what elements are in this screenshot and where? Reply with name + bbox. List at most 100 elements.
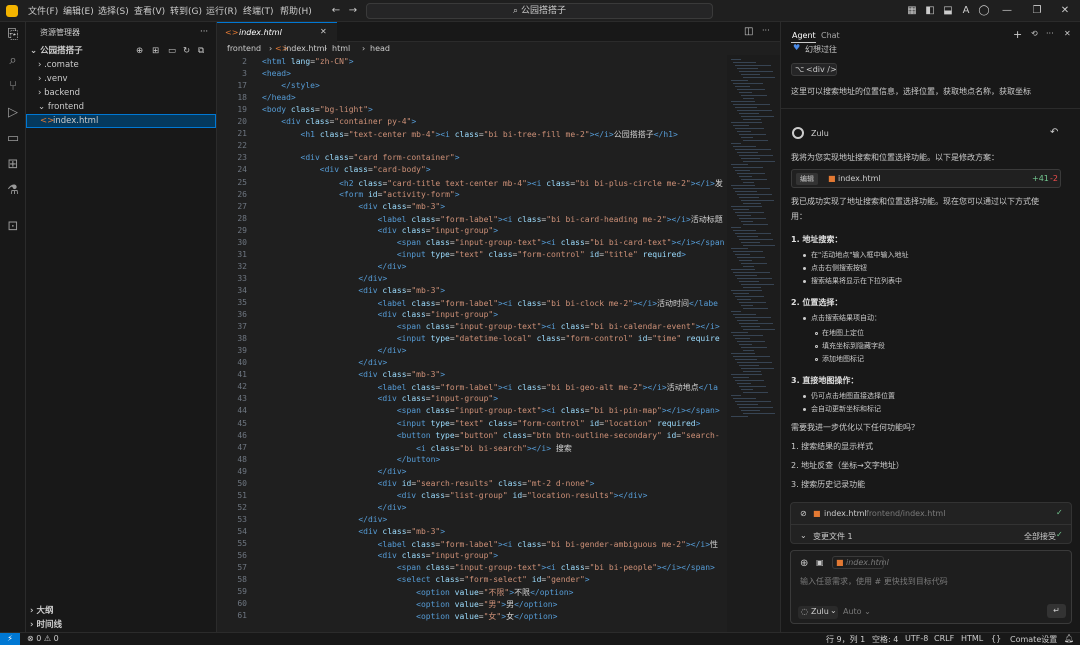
toggle-panel-icon[interactable]: ⬓ (941, 4, 955, 18)
new-folder-icon[interactable]: ⊞ (152, 44, 159, 58)
indentation[interactable]: 空格: 4 (872, 634, 898, 645)
close-icon[interactable]: ✕ (1058, 4, 1072, 18)
code-line[interactable]: <label class="form-label"><i class="bi b… (262, 298, 718, 309)
breadcrumb-head[interactable]: head (370, 44, 390, 53)
chat-input-placeholder[interactable]: 输入任意需求，使用 # 更快找到目标代码 (800, 576, 948, 587)
tree-item-comate[interactable]: › .comate (38, 58, 79, 72)
context-chip[interactable]: ⌥ <div /> (791, 63, 837, 76)
code-line[interactable]: </style> (262, 81, 320, 90)
account-icon[interactable]: ◯ (977, 4, 991, 18)
send-button[interactable]: ↵ (1047, 604, 1066, 618)
code-line[interactable]: <label class="form-label"><i class="bi b… (262, 539, 718, 550)
close-panel-icon[interactable]: ✕ (1064, 29, 1071, 38)
menu-edit[interactable]: 编辑(E) (63, 4, 94, 17)
code-line[interactable]: </div> (262, 467, 407, 476)
undo-icon[interactable]: ↶ (1050, 127, 1058, 138)
code-line[interactable]: <button type="button" class="btn btn-out… (262, 431, 720, 440)
refresh-icon[interactable]: ↻ (183, 44, 190, 58)
collapse-all-icon[interactable]: ⧉ (198, 44, 204, 58)
code-line[interactable]: <input type="text" class="form-control" … (262, 419, 701, 428)
code-line[interactable]: </head> (262, 93, 296, 102)
code-line[interactable]: <div class="list-group" id="location-res… (262, 491, 648, 500)
language-mode[interactable]: HTML (961, 634, 983, 643)
problems-indicator[interactable]: ⊗ 0 ⚠ 0 (27, 634, 59, 643)
code-line[interactable]: <div class="mb-3"> (262, 527, 445, 536)
code-line[interactable]: <h1 class="text-center mb-4"><i class="b… (262, 129, 678, 140)
edit-card[interactable]: 编辑 ■ index.html +41 -2 (791, 169, 1061, 188)
code-line[interactable]: <form id="activity-form"> (262, 190, 459, 199)
project-root[interactable]: ⌄ 公园搭搭子 (30, 44, 83, 58)
file-chip[interactable]: ■ index.html (832, 556, 889, 569)
menu-terminal[interactable]: 终端(T) (243, 4, 274, 17)
menu-go[interactable]: 转到(G) (170, 4, 202, 17)
code-line[interactable]: <div class="card form-container"> (262, 153, 460, 162)
code-line[interactable]: </button> (262, 455, 440, 464)
encoding[interactable]: UTF-8 (905, 634, 928, 643)
search-icon[interactable]: ⌕ (4, 52, 22, 70)
code-line[interactable]: <div class="mb-3"> (262, 202, 445, 211)
translate-icon[interactable]: A (959, 4, 973, 18)
more-actions-icon[interactable]: ··· (1046, 29, 1054, 38)
tree-item-index-html[interactable]: <> index.html (26, 114, 216, 128)
code-line[interactable]: </div> (262, 274, 387, 283)
code-line[interactable]: <span class="input-group-text"><i class=… (262, 238, 725, 247)
add-context-icon[interactable]: ⊕ (800, 558, 808, 569)
brackets-icon[interactable]: {} (991, 634, 1001, 643)
restore-icon[interactable]: ❐ (1030, 4, 1044, 18)
code-line[interactable]: <div class="container py-4"> (262, 117, 416, 126)
menu-help[interactable]: 帮助(H) (280, 4, 312, 17)
comate-settings[interactable]: Comate设置 (1010, 634, 1057, 645)
code-line[interactable]: <body class="bg-light"> (262, 105, 373, 114)
code-line[interactable]: </div> (262, 358, 387, 367)
breadcrumb-file[interactable]: index.html (284, 44, 327, 53)
history-icon[interactable]: ⟲ (1031, 29, 1038, 38)
outline-section[interactable]: › 大纲 (30, 604, 53, 618)
code-line[interactable]: </div> (262, 346, 407, 355)
extensions-icon[interactable]: ⊞ (4, 156, 22, 174)
code-line[interactable]: <div class="card-body"> (262, 165, 431, 174)
code-line[interactable]: <div id="search-results" class="mt-2 d-n… (262, 479, 595, 488)
toggle-sidebar-icon[interactable]: ◧ (923, 4, 937, 18)
code-line[interactable]: </div> (262, 262, 407, 271)
chat-input-box[interactable]: ⊕ ▣ ■ index.html 输入任意需求，使用 # 更快找到目标代码 ◌ … (790, 550, 1072, 624)
code-line[interactable]: <div class="input-group"> (262, 226, 498, 235)
remote-explorer-icon[interactable]: ▭ (4, 130, 22, 148)
menu-selection[interactable]: 选择(S) (98, 4, 129, 17)
tree-item-venv[interactable]: › .venv (38, 72, 67, 86)
new-chat-icon[interactable]: + (1013, 28, 1022, 41)
tab-index-html[interactable]: <> index.html ✕ (217, 22, 337, 42)
notifications-icon[interactable]: 🔔︎ (1064, 634, 1074, 643)
testing-icon[interactable]: ⚗ (4, 182, 22, 200)
command-center-search[interactable]: ⌕ 公园搭搭子 (366, 3, 713, 19)
timeline-section[interactable]: › 时间线 (30, 618, 62, 632)
eol[interactable]: CRLF (934, 634, 954, 643)
code-line[interactable]: <i class="bi bi-search"></i> 搜索 (262, 443, 572, 454)
more-actions-icon[interactable]: ··· (762, 26, 770, 35)
new-file-icon[interactable]: ⊕ (136, 44, 143, 58)
code-line[interactable]: <div class="input-group"> (262, 310, 498, 319)
accept-all-button[interactable]: 全部接受 (1024, 531, 1056, 542)
tab-agent[interactable]: Agent (792, 31, 816, 40)
remote-indicator-icon[interactable]: ⚡ (0, 633, 20, 645)
code-line[interactable]: <label class="form-label"><i class="bi b… (262, 382, 718, 393)
menu-run[interactable]: 运行(R) (206, 4, 237, 17)
code-line[interactable]: <span class="input-group-text"><i class=… (262, 406, 720, 415)
code-line[interactable]: <div class="input-group"> (262, 551, 498, 560)
tab-chat[interactable]: Chat (821, 31, 840, 40)
code-line[interactable]: <input type="datetime-local" class="form… (262, 334, 720, 343)
code-editor[interactable]: 2 <html lang="zh-CN"> 3 <head> 17 </style> 18… (217, 55, 780, 632)
menu-view[interactable]: 查看(V) (134, 4, 165, 17)
chevron-down-icon[interactable]: ⌄ (800, 531, 807, 540)
source-control-icon[interactable]: ⑂ (4, 78, 22, 96)
comate-icon[interactable]: ⊡ (4, 218, 22, 236)
code-line[interactable]: </div> (262, 503, 407, 512)
code-line[interactable]: <h2 class="card-title text-center mb-4">… (262, 178, 723, 189)
code-line[interactable]: <div class="mb-3"> (262, 370, 445, 379)
code-line[interactable]: <div class="mb-3"> (262, 286, 445, 295)
code-line[interactable]: <div class="input-group"> (262, 394, 498, 403)
minimize-icon[interactable]: — (1000, 4, 1014, 18)
split-editor-icon[interactable]: ◫ (744, 26, 753, 37)
explorer-icon[interactable]: ⎘ (4, 26, 22, 44)
breadcrumb-frontend[interactable]: frontend (227, 44, 261, 53)
code-line[interactable]: <html lang="zh-CN"> (262, 57, 354, 66)
